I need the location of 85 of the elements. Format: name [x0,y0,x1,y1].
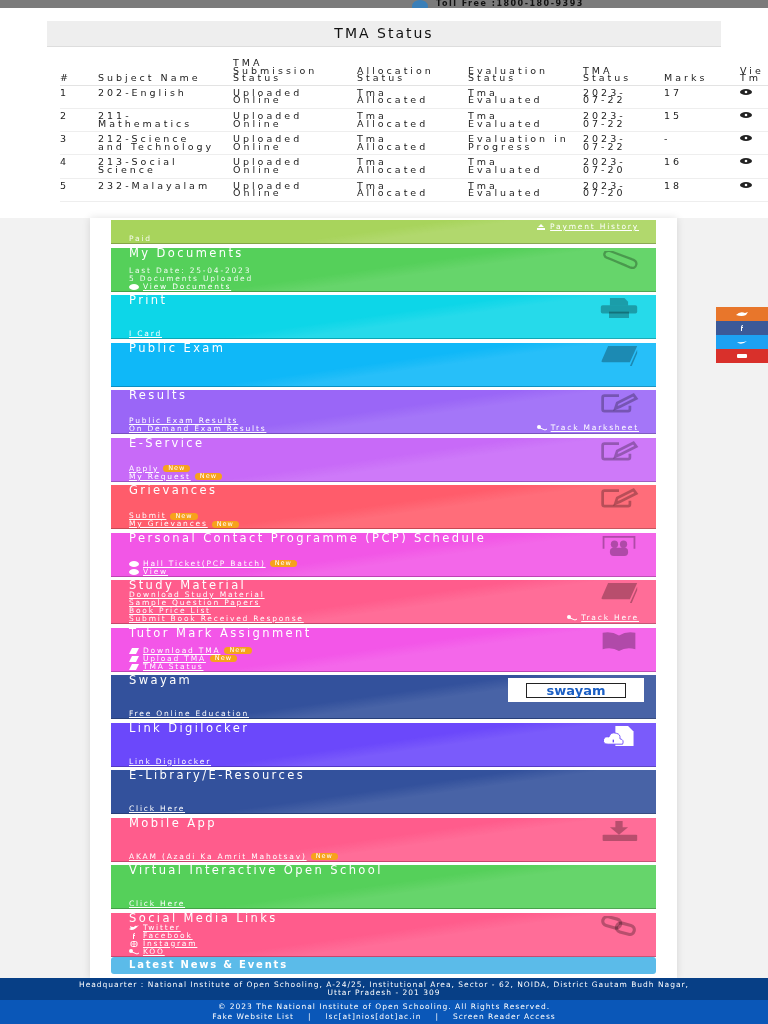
table-cell: 202-English [98,85,233,109]
table-cell: 5 [60,178,98,202]
table-cell: 2023-07-20 [583,154,664,179]
table-cell: Tma Evaluated [468,154,583,179]
eye-icon[interactable] [740,135,752,142]
eye-icon[interactable] [740,158,752,165]
swayam-logo: swayam [508,678,644,702]
table-cell: Tma Allocated [357,108,468,132]
card-title: E-Service [129,438,206,448]
table-cell: Uploaded Online [233,178,357,202]
social-button[interactable] [716,307,768,321]
table-cell: Uploaded Online [233,85,357,109]
table-cell: 2023-07-20 [583,178,664,202]
table-cell: Tma Evaluated [468,85,583,109]
card-title: Results [129,391,189,401]
column-header: Vie Tm [740,56,768,86]
table-cell: 15 [664,108,740,132]
column-header: Allocation Status [357,56,468,86]
key-icon [129,948,139,955]
eye-icon[interactable] [740,181,752,188]
card-title: My Documents [129,248,245,258]
card-title: Study Material [129,581,247,591]
chain-icon [599,915,639,936]
card-title: Swayam [129,676,194,686]
column-header: TMA Status [583,56,664,86]
table-cell: 213-Social Science [98,154,233,179]
column-header: Subject Name [98,56,233,86]
table-cell: 2023-07-22 [583,85,664,109]
table-cell: Uploaded Online [233,108,357,132]
edit-icon [599,488,639,508]
printer-icon [599,298,639,318]
book-icon [599,345,639,366]
column-header: TMA Submission Status [233,56,357,86]
card-title: Social Media Links [129,913,279,923]
table-cell: Tma Evaluated [468,108,583,132]
bird-icon [736,339,748,345]
card-title: E-Library/E-Resources [129,771,307,781]
edit-icon [599,393,639,413]
card-title: Grievances [129,486,219,496]
table-cell: 4 [60,154,98,179]
card-title: Link Digilocker [129,723,251,733]
card-title: Mobile App [129,818,218,828]
card-title: Tutor Mark Assignment [129,628,313,638]
card-title: Print [129,296,169,306]
table-cell: 211-Mathematics [98,108,233,132]
upload-icon [536,224,547,230]
table-cell: 18 [664,178,740,202]
table-cell: Tma Allocated [357,178,468,202]
toll-free-number: Toll Free :1800-180-9393 [436,0,584,8]
column-header: Marks [664,56,740,86]
eye-icon[interactable] [740,88,752,95]
bird-icon [129,924,139,931]
news-header: Latest News & Events [111,957,656,974]
table-cell: 2023-07-22 [583,108,664,132]
card-title: Virtual Interactive Open School [129,866,384,876]
table-cell: Tma Allocated [357,154,468,179]
book-icon [599,583,639,603]
table-cell: 3 [60,131,98,155]
table-cell: Tma Evaluated [468,178,583,202]
table-cell: 232-Malayalam [98,178,233,202]
eye-icon[interactable] [740,111,752,118]
column-header: # [60,56,98,86]
social-button[interactable] [716,349,768,363]
table-cell: 17 [664,85,740,109]
key-icon [536,425,547,431]
column-header: Evaluation Status [468,56,583,86]
card-title: Public Exam [129,343,227,353]
bird-icon [736,311,748,317]
table-cell: Uploaded Online [233,154,357,179]
table-cell: Uploaded Online [233,131,357,155]
edit-icon [599,440,639,461]
table-cell: - [664,131,740,155]
card-title: Personal Contact Programme (PCP) Schedule [129,533,488,543]
table-cell: 1 [60,85,98,109]
camera-icon [129,940,139,947]
eye-icon [129,283,139,290]
table-cell: 2 [60,108,98,132]
table-cell: Tma Allocated [357,85,468,109]
table-cell: 212-Science and Technology [98,131,233,155]
table-cell: Tma Allocated [357,131,468,155]
key-icon [567,615,578,621]
table-cell: 16 [664,154,740,179]
table-cell: 2023-07-22 [583,131,664,155]
modal-title: TMA Status [47,21,721,47]
table-cell: Evaluation in Progress [468,131,583,155]
